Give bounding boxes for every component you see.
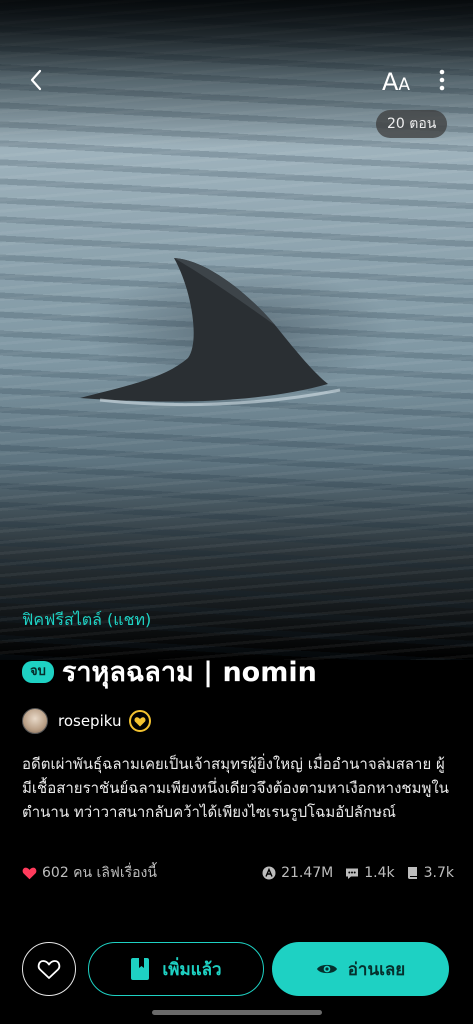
avatar (22, 708, 48, 734)
views-count: 21.47M (281, 865, 334, 881)
likes-count: 602 คน เลิฟเรื่องนี้ (22, 862, 157, 884)
read-label: อ่านเลย (347, 959, 406, 980)
font-size-icon-small: A (398, 75, 411, 95)
add-to-library-button[interactable]: เพิ่มแล้ว (88, 942, 264, 996)
home-indicator[interactable] (152, 1010, 322, 1015)
stats-row: 602 คน เลิฟเรื่องนี้ 21.47M 1.4k 3.7k (22, 862, 454, 884)
chapters-stat: 3.7k (407, 865, 454, 881)
synopsis: อดีตเผ่าพันธุ์ฉลามเคยเป็นเจ้าสมุทรผู้ยิ่… (22, 755, 449, 821)
more-vertical-icon (439, 69, 445, 91)
views-stat: 21.47M (262, 865, 333, 881)
font-size-icon-large: A (382, 68, 399, 96)
views-icon (262, 866, 276, 880)
chapters-count: 3.7k (423, 865, 454, 881)
chevron-left-icon (30, 69, 42, 91)
bottom-action-bar: เพิ่มแล้ว อ่านเลย (0, 936, 473, 1002)
back-button[interactable] (20, 64, 52, 96)
eye-icon (316, 964, 337, 974)
comments-stat: 1.4k (345, 865, 395, 881)
author-row[interactable]: rosepiku (22, 708, 152, 734)
more-options-button[interactable] (430, 64, 454, 96)
shark-fin-image (80, 258, 341, 407)
bookmark-icon (131, 958, 150, 980)
story-title: ราหุลฉลาม | nomin (61, 657, 317, 688)
episode-count-badge: 20 ตอน (376, 110, 448, 138)
font-size-button[interactable]: A A (382, 64, 410, 96)
heart-icon (22, 867, 37, 880)
library-label: เพิ่มแล้ว (162, 959, 222, 980)
comments-count: 1.4k (364, 865, 395, 881)
title-row: จบ ราหุลฉลาม | nomin (22, 650, 317, 693)
heart-outline-icon (37, 960, 61, 979)
comment-icon (346, 868, 359, 879)
read-now-button[interactable]: อ่านเลย (272, 942, 449, 996)
genre-label[interactable]: ฟิคฟรีสไตล์ (แชท) (22, 608, 151, 633)
likes-text: 602 คน เลิฟเรื่องนี้ (42, 865, 157, 881)
like-button[interactable] (22, 942, 76, 996)
status-badge: จบ (22, 660, 54, 683)
author-badge-icon (129, 710, 152, 732)
cover-image (0, 0, 473, 660)
book-icon (407, 867, 417, 879)
author-name: rosepiku (58, 712, 122, 730)
